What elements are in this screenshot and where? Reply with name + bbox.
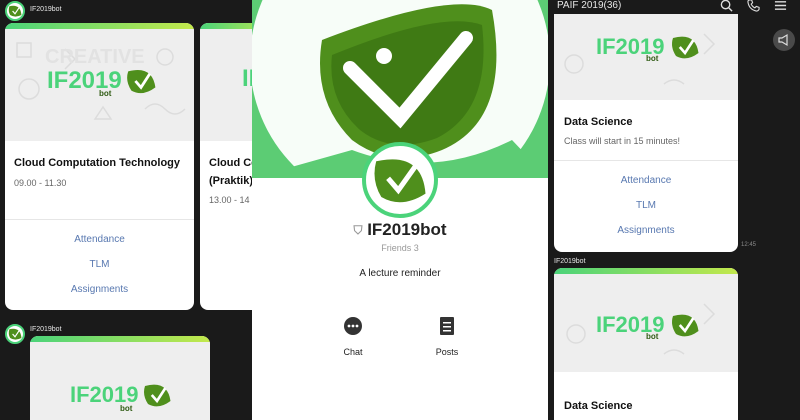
sender-name: IF2019bot: [30, 6, 62, 13]
leaf-logo-icon: [671, 36, 698, 59]
logo-sub: bot: [99, 89, 112, 98]
tlm-button[interactable]: TLM: [5, 259, 194, 270]
chat-label: Chat: [343, 347, 363, 357]
tlm-button[interactable]: TLM: [554, 200, 738, 211]
card-time: 09.00 - 11.30: [14, 178, 67, 188]
card-banner: IF2019 bot: [554, 14, 738, 100]
bot-avatar[interactable]: [5, 324, 25, 344]
logo-sub: bot: [646, 332, 659, 341]
card-title: Data Science: [564, 400, 633, 412]
divider: [5, 219, 194, 220]
chat-title: PAIF 2019(36): [557, 0, 622, 11]
card-title-line2: (Praktik): [209, 175, 252, 187]
card-banner: IF2019 bot: [554, 274, 738, 372]
card-title: Cloud Co: [209, 157, 252, 169]
phone-icon[interactable]: [747, 0, 760, 12]
leaf-logo-icon: [374, 159, 426, 203]
profile-avatar[interactable]: [362, 142, 438, 218]
card-time: 13.00 - 14: [209, 195, 250, 205]
logo-sub: bot: [646, 54, 659, 63]
sender-name: IF2019bot: [554, 258, 586, 265]
divider: [554, 160, 738, 161]
bot-name-text: IF2019bot: [367, 220, 447, 239]
lecture-card-3[interactable]: IF2019 bot: [30, 336, 210, 420]
menu-icon[interactable]: [774, 0, 787, 12]
bot-description: A lecture reminder: [359, 268, 441, 279]
group-chat-panel: PAIF 2019(36) IF2019 bot Data Science Cl…: [548, 0, 800, 420]
posts-button[interactable]: Posts: [417, 316, 477, 357]
posts-icon: [440, 317, 454, 335]
bot-avatar[interactable]: [5, 1, 25, 21]
announcement-card-2[interactable]: IF2019 bot Data Science: [554, 268, 738, 420]
assignments-button[interactable]: Assignments: [5, 284, 194, 295]
message-timestamp: 12:45: [741, 242, 757, 248]
posts-label: Posts: [435, 347, 459, 357]
lecture-card[interactable]: CREATIVE IF2019 bot Cloud Computation Te…: [5, 23, 194, 310]
chat-button[interactable]: Chat: [323, 316, 383, 357]
attendance-button[interactable]: Attendance: [5, 234, 194, 245]
if2019-logo: IF2019 bot: [596, 32, 701, 63]
card-banner: IF2019 bot: [30, 342, 210, 420]
chat-header: PAIF 2019(36): [548, 0, 800, 12]
if2019-logo: IF2019 bot: [47, 65, 158, 98]
if2019-logo: IF2019: [242, 65, 252, 93]
logo-word: IF2019: [242, 65, 252, 92]
leaf-logo-icon: [143, 384, 170, 407]
card-banner: CREATIVE IF2019 bot: [5, 29, 194, 141]
bot-profile-panel: ⛉ IF2019bot Friends 3 A lecture reminder…: [252, 0, 548, 420]
card-banner: IF2019: [200, 29, 252, 141]
shield-icon: ⛉: [353, 223, 363, 238]
lecture-card-2[interactable]: IF2019 Cloud Co (Praktik) 13.00 - 14: [200, 23, 252, 310]
logo-sub: bot: [120, 404, 133, 413]
friends-count: Friends 3: [381, 243, 419, 253]
leaf-logo-icon: [126, 69, 156, 94]
leaf-logo-icon: [8, 328, 22, 340]
card-title: Data Science: [564, 116, 633, 128]
assignments-button[interactable]: Assignments: [554, 225, 738, 236]
bot-name: ⛉ IF2019bot: [252, 220, 548, 240]
search-icon[interactable]: [720, 0, 733, 12]
leaf-logo-icon: [8, 5, 22, 17]
announcement-button[interactable]: [772, 28, 796, 52]
attendance-button[interactable]: Attendance: [554, 175, 738, 186]
if2019-logo: IF2019 bot: [70, 380, 173, 413]
left-chat-panel: IF2019bot CREATIVE IF2019 bot Cloud Comp…: [0, 0, 252, 420]
screenshot-collage: IF2019bot CREATIVE IF2019 bot Cloud Comp…: [0, 0, 800, 420]
if2019-logo: IF2019 bot: [596, 310, 701, 341]
leaf-logo-icon: [671, 314, 698, 337]
card-subtitle: Class will start in 15 minutes!: [564, 136, 681, 146]
card-title: Cloud Computation Technology: [14, 157, 180, 169]
chat-bubble-icon: [344, 317, 362, 335]
announcement-card[interactable]: IF2019 bot Data Science Class will start…: [554, 14, 738, 252]
sender-name: IF2019bot: [30, 326, 62, 333]
